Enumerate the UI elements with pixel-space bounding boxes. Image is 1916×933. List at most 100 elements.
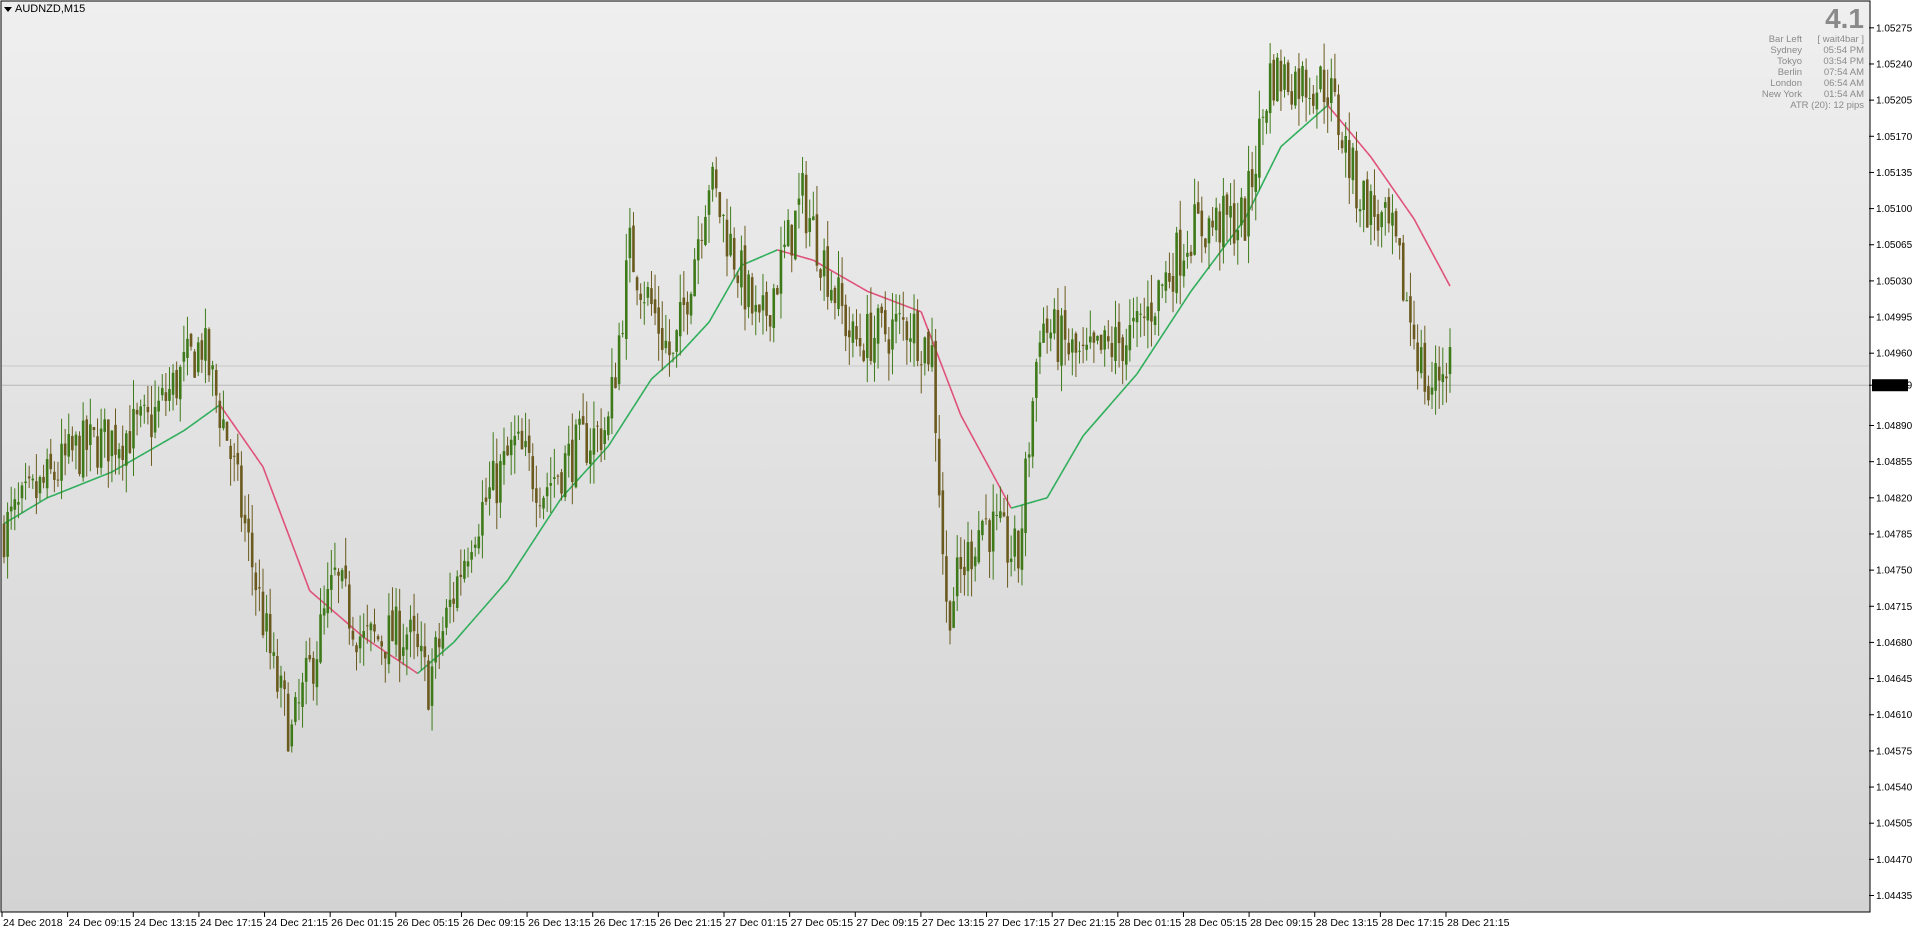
candle-body — [355, 645, 358, 653]
candle-body — [1211, 220, 1214, 228]
info-row-label: Bar Left — [1768, 34, 1802, 45]
candle-body — [567, 443, 571, 456]
session-info-panel: 4.1 Bar Left[ wait4bar ] Sydney 05:54 PM … — [1734, 4, 1864, 112]
candle-body — [959, 557, 963, 570]
candle-body — [509, 439, 513, 456]
candle-body — [412, 615, 416, 632]
candle-body — [128, 431, 132, 453]
candle-body — [1175, 232, 1178, 294]
candle-body — [1229, 206, 1232, 218]
candle-body — [1387, 197, 1391, 224]
time-tick-label: 28 Dec 13:15 — [1316, 917, 1379, 929]
chart-title[interactable]: AUDNZD,M15 — [4, 3, 85, 15]
candle-body — [574, 424, 578, 488]
price-tick-label: 1.04645 — [1876, 674, 1913, 685]
time-tick-label: 27 Dec 13:15 — [922, 917, 985, 929]
candle-body — [1114, 327, 1117, 362]
ma-segment — [1039, 498, 1044, 501]
time-tick-label: 27 Dec 09:15 — [856, 917, 919, 929]
candle-body — [1437, 366, 1441, 381]
candle-body — [1250, 169, 1254, 188]
candle-body — [1276, 57, 1279, 102]
candle-body — [1200, 210, 1204, 237]
candle-body — [862, 350, 865, 361]
candle-body — [1139, 313, 1142, 315]
ma-segment — [1018, 504, 1023, 507]
candle-body — [71, 435, 74, 451]
candle-body — [142, 404, 146, 406]
candle-body — [286, 693, 290, 752]
candle-body — [851, 321, 855, 343]
candle-body — [696, 239, 700, 261]
candle-body — [405, 634, 409, 650]
price-tick-label: 1.05135 — [1876, 168, 1913, 179]
time-tick-label: 28 Dec 21:15 — [1447, 917, 1510, 929]
candle-body — [1164, 272, 1168, 291]
candle-body — [35, 481, 38, 499]
candle-body — [236, 452, 240, 465]
price-tick-label: 1.05100 — [1876, 204, 1913, 215]
candle-body — [1042, 323, 1045, 343]
candle-body — [1150, 302, 1153, 322]
chart-window[interactable]: 1.05275 1.05240 1.05205 1.05170 1.05135 1.051… — [0, 0, 1916, 933]
candle-body — [840, 283, 844, 307]
time-tick-label: 26 Dec 17:15 — [594, 917, 657, 929]
candle-body — [815, 214, 819, 266]
candle-body — [1347, 140, 1351, 179]
candle-body — [894, 313, 898, 322]
candle-body — [646, 286, 650, 298]
candle-body — [779, 250, 783, 294]
ma-segment — [809, 258, 814, 262]
candle-body — [1106, 336, 1110, 342]
dropdown-triangle-icon[interactable] — [4, 6, 12, 12]
candle-body — [1365, 179, 1369, 228]
candle-body — [930, 345, 934, 368]
candle-body — [603, 430, 607, 445]
time-tick-label: 28 Dec 09:15 — [1250, 917, 1313, 929]
price-tick-label: 1.04855 — [1876, 457, 1913, 468]
candle-body — [1049, 332, 1053, 339]
candle-body — [1358, 209, 1362, 212]
candle-body — [650, 288, 653, 305]
candle-body — [434, 637, 437, 663]
candle-body — [506, 445, 509, 456]
candle-body — [1258, 118, 1261, 178]
candle-body — [847, 330, 851, 338]
ma-segment — [802, 256, 807, 259]
candle-body — [326, 588, 330, 614]
candle-body — [639, 293, 642, 300]
candle-body — [1222, 195, 1225, 248]
candle-body — [81, 420, 85, 478]
candle-body — [883, 310, 887, 335]
candle-body — [1117, 321, 1121, 344]
ma-segment — [1043, 497, 1048, 500]
candle-body — [653, 299, 657, 314]
price-tick-label: 1.04715 — [1876, 602, 1913, 613]
candle-body — [1441, 374, 1445, 383]
candle-body — [700, 239, 704, 241]
candle-body — [718, 192, 722, 218]
candle-body — [459, 574, 463, 578]
candle-body — [732, 237, 736, 270]
candle-body — [204, 328, 207, 361]
candle-body — [1168, 273, 1171, 282]
candle-body — [268, 613, 272, 654]
price-tick-label: 1.05030 — [1876, 276, 1913, 287]
candle-body — [844, 304, 848, 337]
candle-body — [63, 443, 67, 456]
candle-body — [819, 269, 822, 278]
candle-body — [171, 372, 175, 395]
ma-segment — [1010, 506, 1015, 509]
candle-body — [427, 660, 430, 710]
candle-body — [1391, 212, 1394, 226]
candle-body — [1240, 197, 1243, 226]
candle-body — [624, 260, 628, 339]
info-row-value: 07:54 AM — [1823, 67, 1864, 78]
candle-body — [934, 340, 937, 434]
candle-body — [1355, 150, 1358, 209]
candle-body — [880, 306, 883, 314]
candle-body — [1232, 203, 1236, 244]
price-chart[interactable]: 1.05275 1.05240 1.05205 1.05170 1.05135 1.051… — [0, 0, 1916, 933]
candle-body — [901, 317, 905, 320]
candle-body — [981, 520, 984, 536]
